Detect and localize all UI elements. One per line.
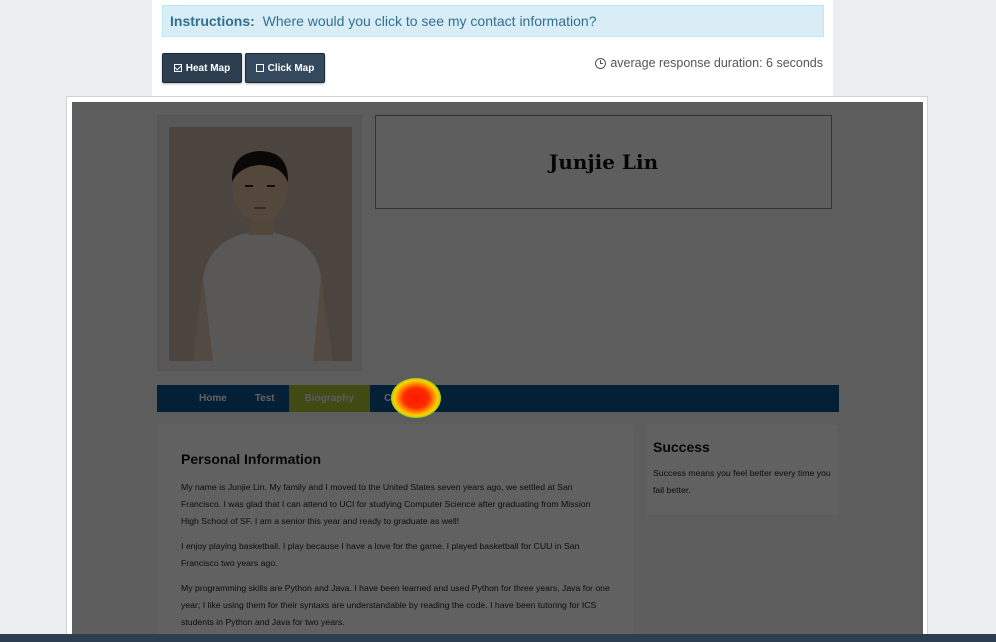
profile-photo [169,127,352,361]
checkbox-unchecked-icon [255,64,264,72]
bio-paragraph: I enjoy playing basketball. I play becau… [181,541,580,568]
heatmap-hotspot [391,378,441,418]
success-text: Success means you feel better every time… [653,468,831,495]
nav-item-biography[interactable]: Biography [288,385,371,412]
site-screenshot: Junjie Lin Home Test Biography Contact P… [72,102,923,642]
bio-paragraph: My programming skills are Python and Jav… [181,583,610,627]
profile-photo-frame [157,115,362,371]
person-name: Junjie Lin [548,150,659,174]
clock-icon [595,57,607,69]
click-map-button[interactable]: Click Map [245,53,325,83]
duration-text: average response duration: 6 seconds [610,56,823,70]
name-header: Junjie Lin [375,115,832,209]
bottom-bar [0,634,996,642]
top-panel: Instructions: Where would you click to s… [152,0,833,96]
bio-paragraph: My name is Junjie Lin. My family and I m… [181,482,591,526]
click-map-label: Click Map [267,62,315,74]
nav-item-test[interactable]: Test [241,385,289,412]
screenshot-frame: Junjie Lin Home Test Biography Contact P… [66,96,928,642]
instructions-text: Where would you click to see my contact … [262,13,597,29]
personal-info-panel: Personal Information My name is Junjie L… [157,425,634,642]
success-panel: Success Success means you feel better ev… [647,425,837,515]
nav-item-home[interactable]: Home [185,385,241,412]
instructions-label: Instructions: [170,13,255,29]
personal-info-heading: Personal Information [181,451,322,467]
site-nav: Home Test Biography Contact [157,385,839,412]
checkbox-checked-icon [173,64,182,72]
heat-map-button[interactable]: Heat Map [162,53,242,83]
instructions-alert: Instructions: Where would you click to s… [162,5,824,37]
response-duration: average response duration: 6 seconds [595,56,823,70]
heat-map-label: Heat Map [185,62,231,74]
success-heading: Success [653,439,710,455]
